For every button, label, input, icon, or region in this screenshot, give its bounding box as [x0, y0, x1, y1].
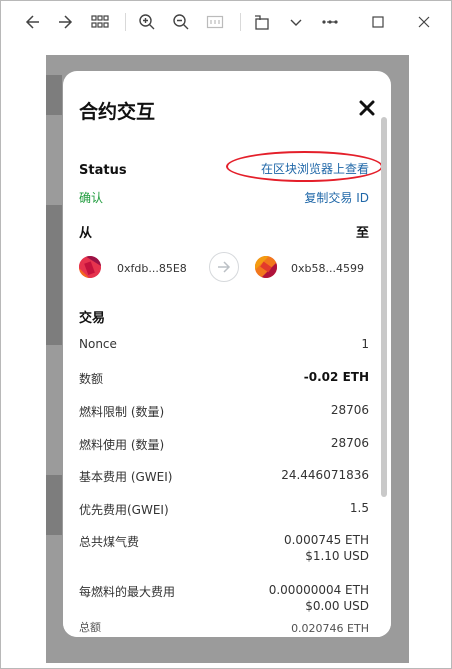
gas-used-value: 28706: [330, 436, 369, 450]
from-address[interactable]: 0xfdb...85E8: [117, 262, 187, 275]
background-fragment: [46, 475, 62, 535]
grid-icon[interactable]: [85, 7, 115, 37]
total-label-partial: 总额: [79, 621, 101, 634]
gas-limit-label: 燃料限制 (数量): [79, 405, 165, 419]
window-controls: [317, 7, 443, 37]
max-fee-per-gas-usd: $0.00 USD: [305, 599, 369, 613]
max-fee-per-gas-eth: 0.00000004 ETH: [268, 583, 369, 597]
status-label: Status: [79, 163, 127, 178]
zoom-in-icon[interactable]: [132, 7, 162, 37]
from-account-avatar: [79, 256, 101, 278]
to-account-avatar: [255, 256, 277, 278]
minimize-button[interactable]: [317, 7, 347, 37]
close-icon[interactable]: [359, 100, 375, 116]
background-fragment: [46, 75, 62, 115]
amount-value: -0.02 ETH: [303, 370, 369, 384]
from-label: 从: [79, 226, 93, 241]
zoom-out-icon[interactable]: [166, 7, 196, 37]
close-window-button[interactable]: [409, 7, 439, 37]
amount-label: 数额: [79, 372, 104, 386]
base-fee-label: 基本费用 (GWEI): [79, 470, 173, 484]
back-button[interactable]: [17, 7, 47, 37]
view-on-explorer-link[interactable]: 在区块浏览器上查看: [261, 160, 369, 177]
nonce-label: Nonce: [79, 337, 117, 351]
background-fragment: [46, 205, 62, 345]
chevron-down-icon[interactable]: [281, 7, 311, 37]
copy-tx-id-link[interactable]: 复制交易 ID: [304, 189, 369, 206]
priority-fee-value: 1.5: [349, 501, 369, 515]
nonce-value: 1: [361, 337, 369, 351]
arrow-right-icon: [209, 252, 239, 282]
to-label: 至: [355, 226, 369, 241]
app-window: 合约交互 Status 在区块浏览器上查看 确认 复制交易 ID 从 至 0xf…: [0, 0, 452, 669]
priority-fee-label: 优先费用(GWEI): [79, 503, 169, 517]
forward-button[interactable]: [51, 7, 81, 37]
gas-used-label: 燃料使用 (数量): [79, 438, 165, 452]
total-gas-fee-usd: $1.10 USD: [305, 549, 369, 563]
dialog-title: 合约交互: [79, 101, 156, 123]
status-confirmed: 确认: [79, 191, 104, 205]
total-gas-fee-eth: 0.000745 ETH: [283, 533, 369, 547]
total-value-partial: 0.020746 ETH: [291, 622, 369, 635]
fit-icon[interactable]: [200, 7, 230, 37]
toolbar: [1, 1, 452, 43]
maximize-button[interactable]: [363, 7, 393, 37]
transaction-section-label: 交易: [79, 311, 106, 326]
toolbar-divider: [125, 13, 126, 31]
dialog-scrollbar[interactable]: [381, 117, 387, 497]
max-fee-per-gas-label: 每燃料的最大费用: [79, 585, 176, 599]
to-address[interactable]: 0xb58...4599: [291, 262, 364, 275]
base-fee-value: 24.446071836: [281, 468, 369, 482]
total-gas-fee-label: 总共煤气费: [79, 535, 140, 549]
rotate-icon[interactable]: [247, 7, 277, 37]
transaction-details-dialog: 合约交互 Status 在区块浏览器上查看 确认 复制交易 ID 从 至 0xf…: [63, 71, 391, 637]
toolbar-divider: [240, 13, 241, 31]
gas-limit-value: 28706: [330, 403, 369, 417]
